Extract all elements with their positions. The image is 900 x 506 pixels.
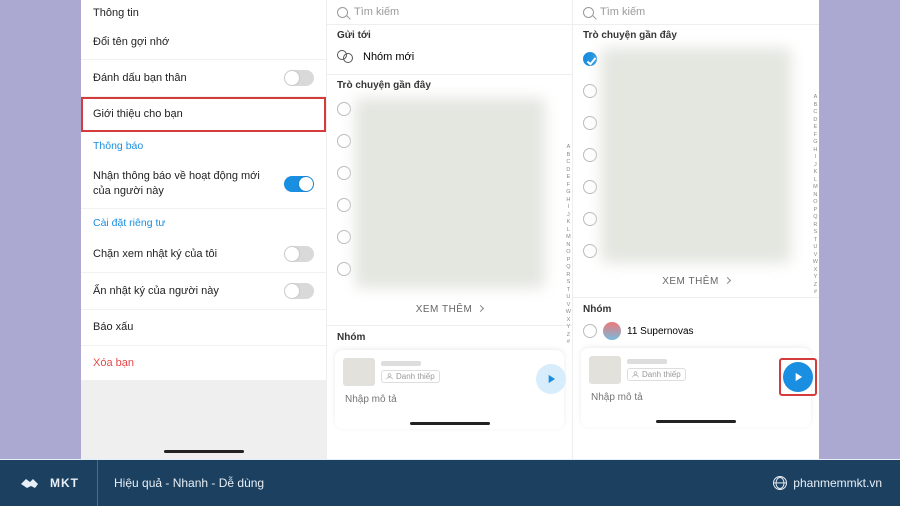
section-notification: Thông báo: [81, 132, 326, 160]
chevron-right-icon: [724, 277, 731, 284]
chat-checkbox[interactable]: [583, 212, 597, 226]
chat-checkbox[interactable]: [583, 148, 597, 162]
recent-chats-label-3: Trò chuyện gần đây: [573, 25, 819, 44]
home-indicator: [656, 420, 736, 423]
chat-checkbox[interactable]: [337, 198, 351, 212]
remove-label: Xóa bạn: [93, 356, 134, 370]
person-icon: [632, 371, 639, 378]
see-more-3[interactable]: XEM THÊM: [573, 266, 819, 297]
chat-checkbox[interactable]: [583, 180, 597, 194]
site-url: phanmemmkt.vn: [793, 476, 882, 490]
chat-checkbox-checked[interactable]: [583, 52, 597, 66]
card-thumbnail: [589, 356, 621, 384]
banner-slogan: Hiệu quả - Nhanh - Dễ dùng: [98, 476, 773, 490]
brand-text: MKT: [50, 476, 79, 490]
search-icon: [583, 7, 594, 18]
chat-checkbox[interactable]: [337, 230, 351, 244]
chevron-right-icon: [477, 305, 484, 312]
group-avatar: [603, 322, 621, 340]
chat-checkbox[interactable]: [337, 134, 351, 148]
recent-chats-label-2: Trò chuyện gần đây: [327, 75, 572, 94]
notify-activity-toggle[interactable]: [284, 176, 314, 192]
group-section-label-3: Nhóm: [573, 297, 819, 318]
chat-checkbox[interactable]: [337, 262, 351, 276]
card-title-redacted: [627, 359, 667, 364]
card-type-chip: Danh thiếp: [627, 368, 686, 381]
bestfriend-label: Đánh dấu bạn thân: [93, 71, 187, 85]
highlight-box: [779, 358, 817, 396]
see-more-2[interactable]: XEM THÊM: [327, 294, 572, 325]
card-title-redacted: [381, 361, 421, 366]
hide-diary-toggle[interactable]: [284, 283, 314, 299]
chat-checkbox[interactable]: [583, 84, 597, 98]
alpha-index-2[interactable]: ABCDEFGHIJKLMNOPQRSTUVWXYZ#: [566, 144, 571, 347]
search-placeholder-3: Tìm kiếm: [600, 6, 645, 18]
brand-logo: MKT: [0, 460, 97, 506]
block-diary-toggle[interactable]: [284, 246, 314, 262]
send-button-2[interactable]: [536, 364, 566, 394]
banner-site: phanmemmkt.vn: [773, 476, 900, 490]
blurred-content: [355, 98, 545, 288]
settings-title: Thông tin: [81, 0, 326, 25]
new-group-row[interactable]: Nhóm mới: [327, 44, 572, 75]
chat-checkbox[interactable]: [583, 244, 597, 258]
report-label: Báo xấu: [93, 320, 133, 334]
group-row[interactable]: 11 Supernovas: [573, 318, 819, 344]
search-bar-2[interactable]: Tìm kiếm: [327, 0, 572, 25]
send-to-label: Gửi tới: [327, 25, 572, 44]
row-introduce[interactable]: Giới thiệu cho bạn: [81, 97, 326, 131]
search-placeholder-2: Tìm kiếm: [354, 6, 399, 18]
group-name: 11 Supernovas: [627, 326, 694, 337]
share-card-3: Danh thiếp: [581, 348, 811, 427]
description-input-2[interactable]: [343, 386, 556, 405]
row-hide-diary[interactable]: Ẩn nhật ký của người này: [81, 273, 326, 310]
card-thumbnail: [343, 358, 375, 386]
search-icon: [337, 7, 348, 18]
search-bar-3[interactable]: Tìm kiếm: [573, 0, 819, 25]
home-indicator: [164, 450, 244, 453]
row-bestfriend[interactable]: Đánh dấu bạn thân: [81, 60, 326, 97]
section-privacy: Cài đặt riêng tư: [81, 209, 326, 237]
share-panel: Tìm kiếm Gửi tới Nhóm mới Trò chuyện gần…: [327, 0, 573, 459]
notify-activity-label: Nhận thông báo về hoạt động mới của ngườ…: [93, 169, 263, 198]
row-remove-friend[interactable]: Xóa bạn: [81, 346, 326, 380]
block-diary-label: Chặn xem nhật ký của tôi: [93, 247, 217, 261]
share-card-2: Danh thiếp: [335, 350, 564, 429]
bestfriend-toggle[interactable]: [284, 70, 314, 86]
card-type-chip: Danh thiếp: [381, 370, 440, 383]
new-group-label: Nhóm mới: [363, 51, 414, 63]
group-checkbox[interactable]: [583, 324, 597, 338]
group-icon: [337, 50, 355, 64]
row-report[interactable]: Báo xấu: [81, 310, 326, 345]
settings-panel: Thông tin Đổi tên gợi nhớ Đánh dấu bạn t…: [81, 0, 327, 459]
share-panel-selected: Tìm kiếm Trò chuyện gần đây ABCDEFGHIJKL…: [573, 0, 819, 459]
blurred-content: [601, 48, 791, 263]
group-section-label-2: Nhóm: [327, 325, 572, 346]
chat-checkbox[interactable]: [337, 166, 351, 180]
chat-checkbox[interactable]: [583, 116, 597, 130]
handshake-icon: [18, 472, 46, 494]
chat-checkbox[interactable]: [337, 102, 351, 116]
row-block-diary[interactable]: Chặn xem nhật ký của tôi: [81, 236, 326, 273]
person-icon: [386, 373, 393, 380]
alpha-index-3[interactable]: ABCDEFGHIJKLMNOPQRSTUVWXYZ#: [813, 94, 818, 297]
rename-label: Đổi tên gợi nhớ: [93, 35, 169, 49]
footer-banner: MKT Hiệu quả - Nhanh - Dễ dùng phanmemmk…: [0, 459, 900, 506]
row-rename[interactable]: Đổi tên gợi nhớ: [81, 25, 326, 60]
play-icon: [544, 372, 558, 386]
home-indicator: [410, 422, 490, 425]
globe-icon: [773, 476, 787, 490]
introduce-label: Giới thiệu cho bạn: [93, 107, 183, 121]
description-input-3[interactable]: [589, 384, 803, 403]
hide-diary-label: Ẩn nhật ký của người này: [93, 284, 219, 298]
row-notify-activity[interactable]: Nhận thông báo về hoạt động mới của ngườ…: [81, 159, 326, 209]
empty-space: [81, 380, 326, 459]
